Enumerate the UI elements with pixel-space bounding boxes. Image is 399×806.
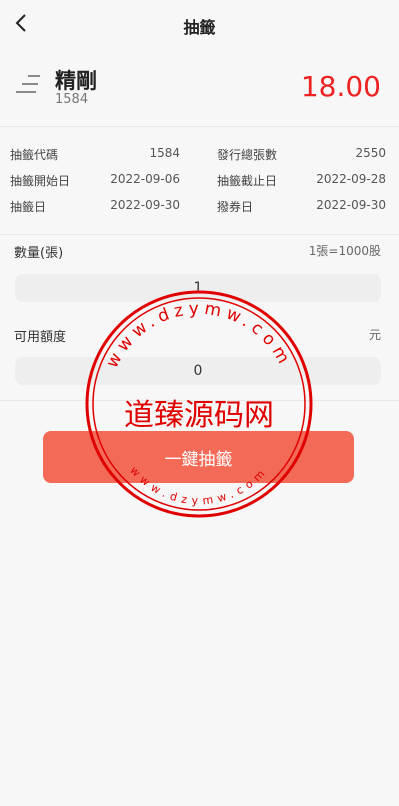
stock-price: 18.00 xyxy=(300,70,381,103)
info-label-code: 抽籤代碼 xyxy=(10,148,59,162)
info-value-draw: 2022-09-30 xyxy=(110,198,180,212)
info-row: 抽籤代碼 1584 發行總張數 2550 xyxy=(0,138,399,164)
stock-summary: 精剛 1584 18.00 xyxy=(0,56,399,127)
lottery-info: 抽籤代碼 1584 發行總張數 2550 抽籤開始日 2022-09-06 抽籤… xyxy=(0,138,399,235)
quantity-hint: 1張=1000股 xyxy=(308,244,381,258)
info-label-end: 抽籤截止日 xyxy=(217,174,278,188)
quantity-label: 數量(張) xyxy=(14,246,64,261)
info-label-start: 抽籤開始日 xyxy=(10,174,71,188)
info-value-allot: 2022-09-30 xyxy=(316,198,386,212)
info-label-total: 發行總張數 xyxy=(217,148,278,162)
amount-unit: 元 xyxy=(368,328,381,342)
seal-center-text: 道臻源码网 xyxy=(124,398,274,433)
stock-code: 1584 xyxy=(55,92,89,107)
stock-lines-icon xyxy=(16,75,40,93)
quantity-section: 數量(張) 1張=1000股 1 xyxy=(0,236,399,319)
one-click-draw-button[interactable]: 一鍵抽籤 xyxy=(43,431,354,483)
info-label-allot: 撥券日 xyxy=(217,200,254,214)
info-row: 抽籤日 2022-09-30 撥券日 2022-09-30 xyxy=(0,190,399,216)
page-title: 抽籤 xyxy=(183,18,216,37)
info-label-draw: 抽籤日 xyxy=(10,200,47,214)
info-value-code: 1584 xyxy=(149,146,180,160)
info-row: 抽籤開始日 2022-09-06 抽籤截止日 2022-09-28 xyxy=(0,164,399,190)
amount-section: 可用額度 元 0 xyxy=(0,318,399,401)
amount-field: 0 xyxy=(15,357,381,385)
nav-bar: 抽籤 xyxy=(0,0,399,48)
stock-name: 精剛 xyxy=(55,69,97,93)
quantity-input[interactable]: 1 xyxy=(15,274,381,302)
info-value-end: 2022-09-28 xyxy=(316,172,386,186)
amount-label: 可用額度 xyxy=(14,330,67,345)
info-value-total: 2550 xyxy=(355,146,386,160)
info-value-start: 2022-09-06 xyxy=(110,172,180,186)
